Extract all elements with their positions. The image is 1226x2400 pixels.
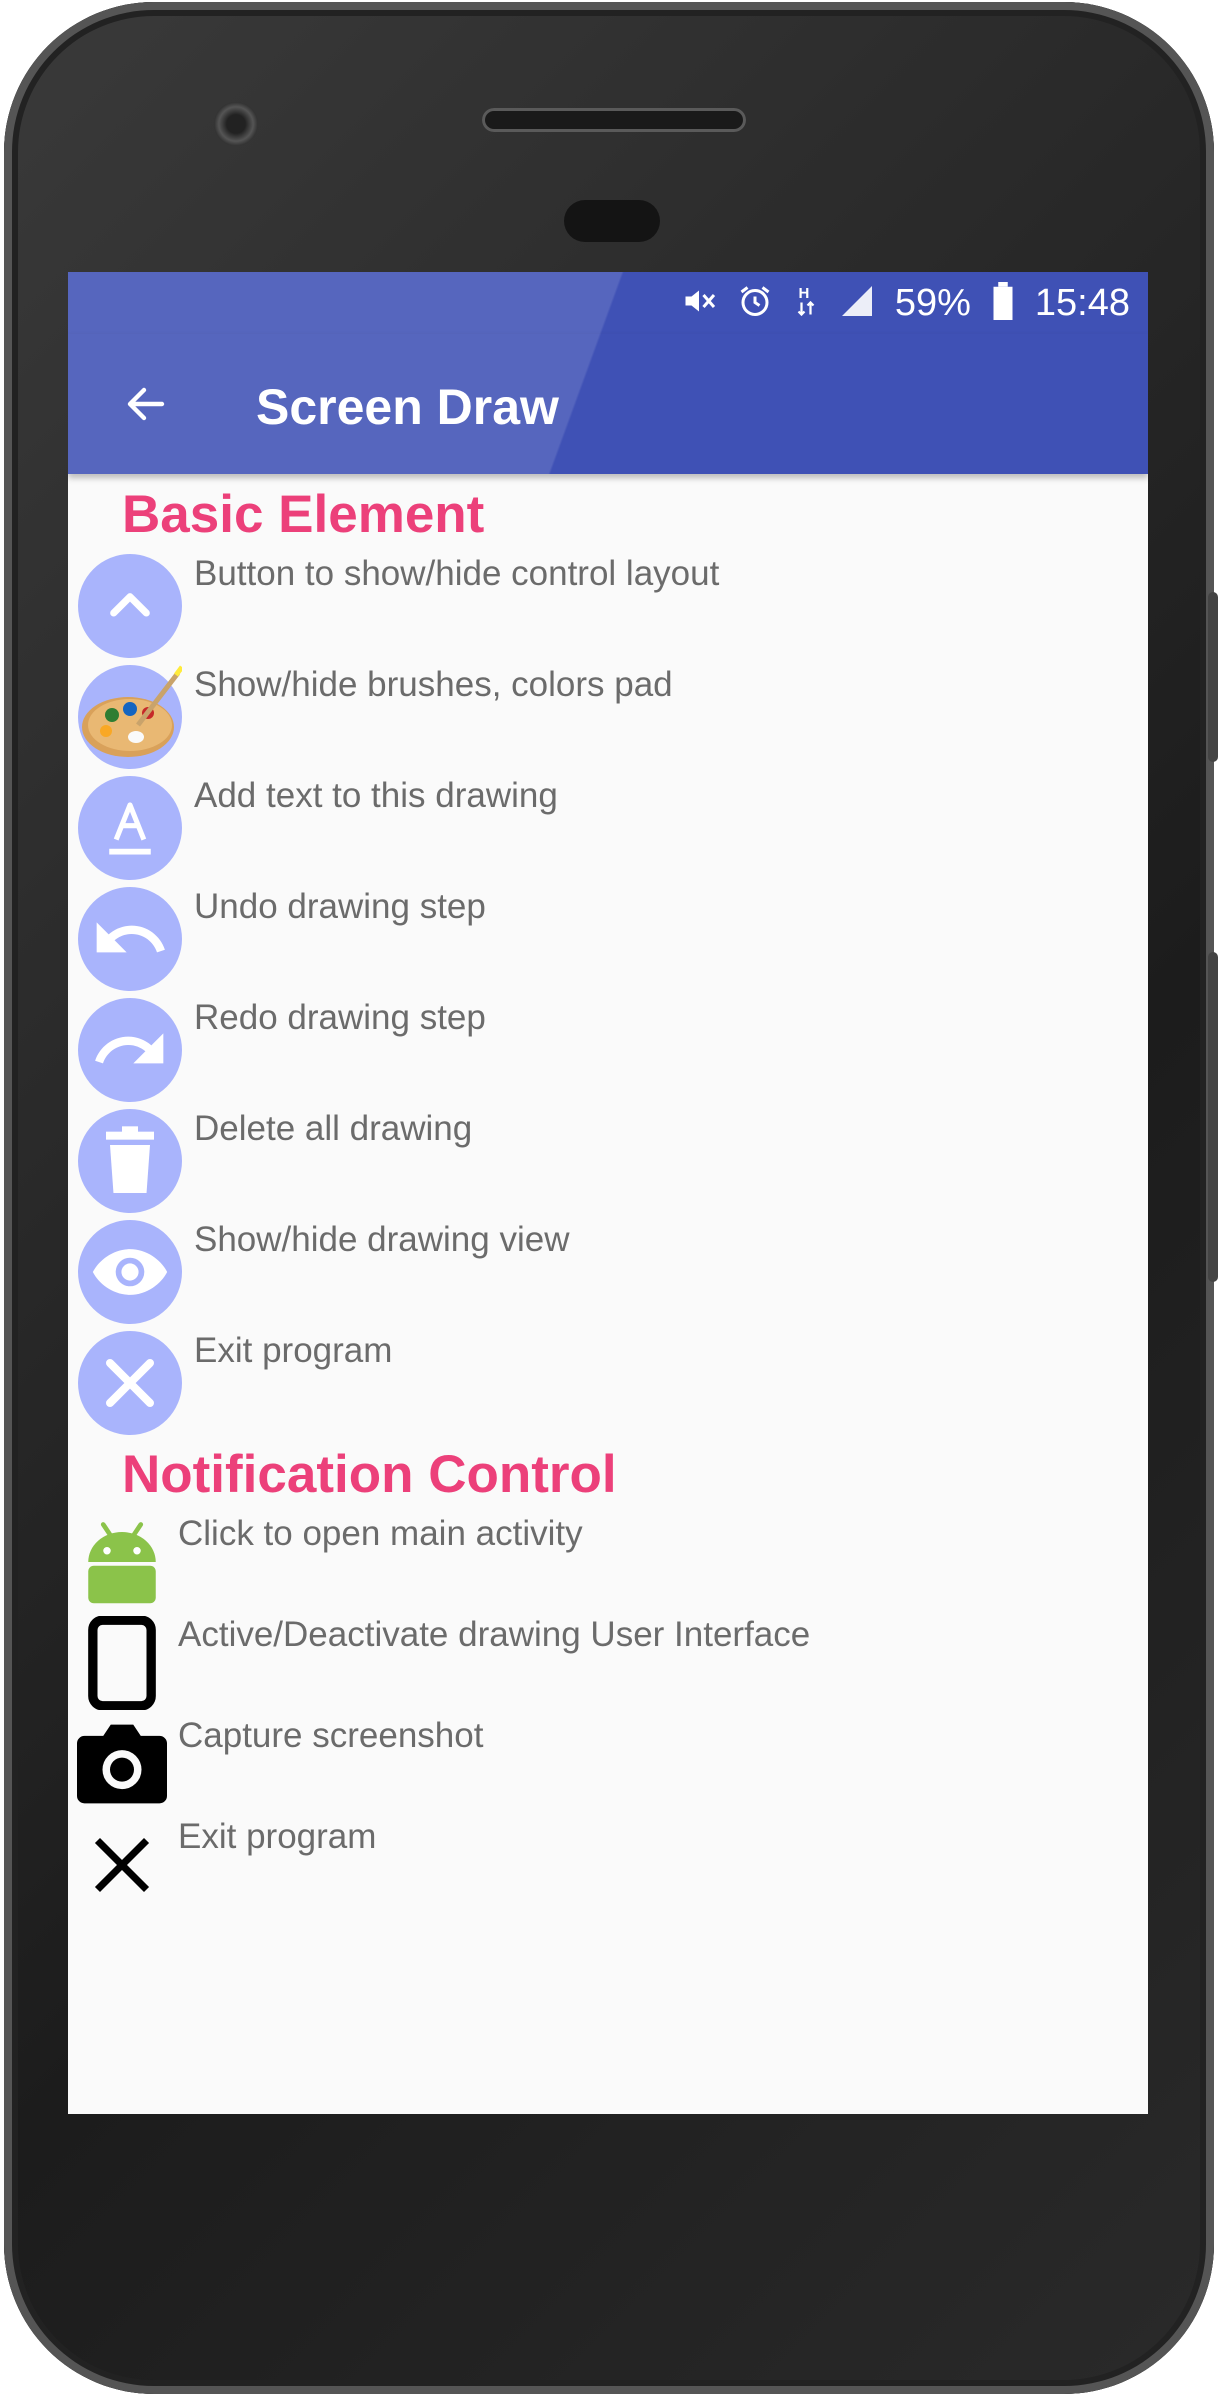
list-item-exit-notification[interactable]: Exit program	[74, 1817, 1134, 1913]
section-title-basic: Basic Element	[122, 485, 485, 544]
trash-icon	[78, 1109, 182, 1213]
list-item-label: Redo drawing step	[194, 998, 486, 1037]
screen: H 59% 15:48 Screen Draw Basic Element Bu…	[68, 272, 1148, 2114]
list-item-toggle-view[interactable]: Show/hide drawing view	[78, 1220, 1138, 1324]
list-item-toggle-control[interactable]: Button to show/hide control layout	[78, 554, 1138, 658]
earpiece-speaker	[482, 108, 746, 132]
android-icon	[74, 1514, 170, 1610]
list-item-undo[interactable]: Undo drawing step	[78, 887, 1138, 991]
battery-percent: 59%	[894, 281, 971, 324]
camera-icon	[74, 1716, 170, 1812]
alarm-icon	[737, 283, 773, 324]
list-item-label: Add text to this drawing	[194, 776, 558, 815]
palette-icon	[78, 665, 182, 769]
arrow-back-icon[interactable]	[114, 372, 178, 436]
text-icon	[78, 776, 182, 880]
list-item-label: Click to open main activity	[178, 1514, 583, 1553]
list-item-label: Delete all drawing	[194, 1109, 473, 1148]
list-item-label: Capture screenshot	[178, 1716, 484, 1755]
phone-chin	[68, 2114, 1148, 2344]
list-item-label: Active/Deactivate drawing User Interface	[178, 1615, 811, 1654]
list-item-label: Exit program	[178, 1817, 377, 1856]
app-bar: Screen Draw	[68, 334, 1148, 474]
signal-icon	[839, 283, 875, 324]
redo-icon	[78, 998, 182, 1102]
mute-icon	[681, 283, 717, 324]
list-item-toggle-ui[interactable]: Active/Deactivate drawing User Interface	[74, 1615, 1134, 1711]
close-icon	[78, 1331, 182, 1435]
section-title-notification: Notification Control	[122, 1445, 617, 1504]
list-item-delete-all[interactable]: Delete all drawing	[78, 1109, 1138, 1213]
list-item-redo[interactable]: Redo drawing step	[78, 998, 1138, 1102]
front-camera	[214, 102, 258, 146]
list-item-add-text[interactable]: Add text to this drawing	[78, 776, 1138, 880]
list-item-label: Show/hide brushes, colors pad	[194, 665, 673, 704]
list-item-label: Undo drawing step	[194, 887, 486, 926]
list-item-palette[interactable]: Show/hide brushes, colors pad	[78, 665, 1138, 769]
list-item-open-main[interactable]: Click to open main activity	[74, 1514, 1134, 1610]
undo-icon	[78, 887, 182, 991]
side-button-volume	[1208, 952, 1218, 1282]
list-item-label: Exit program	[194, 1331, 393, 1370]
page-title: Screen Draw	[256, 379, 559, 435]
svg-text:H: H	[798, 285, 809, 302]
network-h-icon: H	[793, 283, 819, 324]
list-item-label: Button to show/hide control layout	[194, 554, 720, 593]
list-item-label: Show/hide drawing view	[194, 1220, 570, 1259]
clock: 15:48	[1034, 281, 1130, 324]
close-icon	[74, 1817, 170, 1913]
list-item-screenshot[interactable]: Capture screenshot	[74, 1716, 1134, 1812]
side-button-top	[1208, 592, 1218, 762]
phone-icon	[74, 1615, 170, 1711]
status-bar: H 59% 15:48	[68, 272, 1148, 334]
eye-icon	[78, 1220, 182, 1324]
battery-icon	[991, 281, 1015, 325]
list-item-exit[interactable]: Exit program	[78, 1331, 1138, 1435]
proximity-sensor	[564, 200, 660, 242]
chevron-up-icon	[78, 554, 182, 658]
